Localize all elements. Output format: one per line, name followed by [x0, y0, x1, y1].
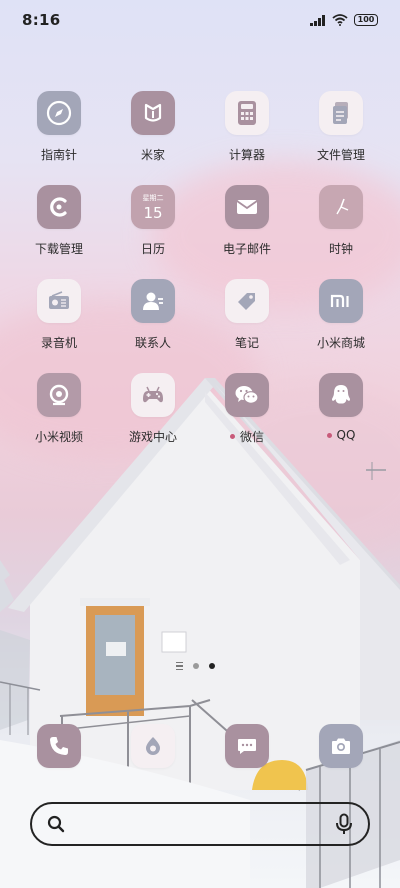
- app-label: 小米商城: [316, 336, 365, 350]
- app-label-text: QQ: [336, 428, 356, 442]
- app-label: 微信: [229, 428, 264, 445]
- battery-level: 100: [357, 15, 375, 24]
- battery-icon: 100: [354, 14, 378, 26]
- search-icon: [47, 815, 65, 833]
- file-manager-icon: [319, 91, 363, 135]
- notes-icon: [225, 279, 269, 323]
- app-mijia[interactable]: 米家: [113, 91, 193, 163]
- app-game-center[interactable]: 游戏中心: [113, 373, 193, 445]
- search-bar[interactable]: [30, 802, 370, 846]
- wifi-icon: [332, 14, 348, 26]
- mijia-icon: [131, 91, 175, 135]
- app-calculator[interactable]: 计算器: [207, 91, 287, 163]
- game-center-icon: [131, 373, 175, 417]
- dock-camera[interactable]: [319, 724, 363, 768]
- microphone-icon[interactable]: [334, 813, 354, 835]
- app-label: 小米视频: [34, 430, 83, 444]
- status-icons: 100: [310, 14, 378, 26]
- email-icon: [225, 185, 269, 229]
- qq-icon: [319, 373, 363, 417]
- calendar-day: 15: [143, 204, 163, 222]
- app-wechat[interactable]: 微信: [207, 373, 287, 445]
- app-calendar[interactable]: 星期二 15 日历: [113, 185, 193, 257]
- mi-store-icon: [319, 279, 363, 323]
- phone-icon: [37, 724, 81, 768]
- calendar-icon: 星期二 15: [131, 185, 175, 229]
- page-dot-1[interactable]: [193, 663, 199, 670]
- app-notes[interactable]: 笔记: [207, 279, 287, 351]
- app-label: 文件管理: [316, 148, 365, 162]
- messages-icon: [225, 724, 269, 768]
- status-time: 8:16: [22, 11, 61, 29]
- new-badge-dot: [326, 432, 332, 438]
- app-label: 录音机: [40, 336, 77, 350]
- app-label: 下载管理: [34, 242, 83, 256]
- signal-icon: [310, 14, 325, 26]
- app-label: 指南针: [40, 148, 77, 162]
- calendar-weekday: 星期二: [142, 194, 164, 202]
- status-bar: 8:16 100: [0, 0, 400, 40]
- app-label: 笔记: [234, 336, 259, 350]
- dock-messages[interactable]: [225, 724, 269, 768]
- app-label: 计算器: [228, 148, 265, 162]
- app-clock[interactable]: 时钟: [301, 185, 381, 257]
- calculator-icon: [225, 91, 269, 135]
- app-label: 时钟: [328, 242, 353, 256]
- app-recorder[interactable]: 录音机: [19, 279, 99, 351]
- new-badge-dot: [229, 434, 235, 439]
- app-email[interactable]: 电子邮件: [207, 185, 287, 257]
- page-dot-2-active[interactable]: [209, 663, 215, 670]
- app-label-text: 微信: [239, 430, 264, 444]
- app-label: 米家: [140, 148, 165, 162]
- app-contacts[interactable]: 联系人: [113, 279, 193, 351]
- app-file-manager[interactable]: 文件管理: [301, 91, 381, 163]
- page-indicator[interactable]: [176, 662, 215, 671]
- app-label: 游戏中心: [128, 430, 177, 444]
- dock-browser[interactable]: [131, 724, 175, 768]
- app-label: 日历: [140, 242, 165, 256]
- app-download-manager[interactable]: 下载管理: [19, 185, 99, 257]
- dock-phone[interactable]: [37, 724, 81, 768]
- camera-icon: [319, 724, 363, 768]
- app-drawer-list-icon[interactable]: [176, 662, 183, 671]
- compass-icon: [37, 91, 81, 135]
- app-qq[interactable]: QQ: [301, 373, 381, 442]
- wechat-icon: [225, 373, 269, 417]
- contacts-icon: [131, 279, 175, 323]
- app-label: 电子邮件: [222, 242, 271, 256]
- mi-video-icon: [37, 373, 81, 417]
- app-mi-store[interactable]: 小米商城: [301, 279, 381, 351]
- clock-icon: [319, 185, 363, 229]
- recorder-icon: [37, 279, 81, 323]
- download-manager-icon: [37, 185, 81, 229]
- app-label: QQ: [326, 428, 356, 442]
- app-mi-video[interactable]: 小米视频: [19, 373, 99, 445]
- browser-icon: [131, 724, 175, 768]
- app-compass[interactable]: 指南针: [19, 91, 99, 163]
- app-label: 联系人: [134, 336, 171, 350]
